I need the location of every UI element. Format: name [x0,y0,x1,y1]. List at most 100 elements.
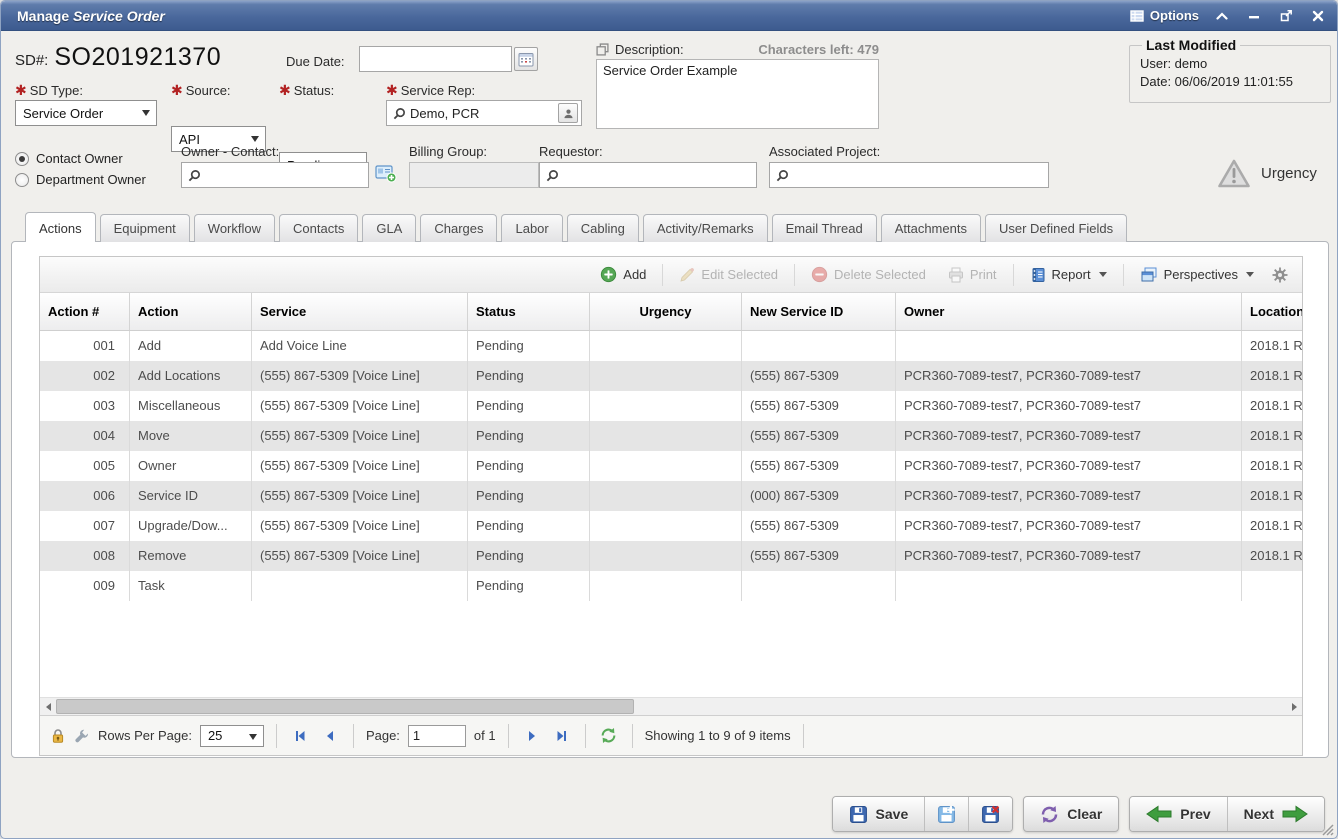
grid-settings-button[interactable] [1268,263,1292,287]
window-titlebar: Manage Service Order Options [1,1,1337,31]
cell-action: Service ID [130,481,252,511]
required-asterisk-icon: ✱ [171,82,183,98]
save-and-close-floppy-icon [981,805,1000,824]
delete-selected-button[interactable]: Delete Selected [803,262,934,287]
requestor-input[interactable] [563,167,750,184]
save-and-new-button[interactable] [924,797,968,831]
column-header-owner[interactable]: Owner [896,293,1242,330]
tab-cabling[interactable]: Cabling [567,214,639,242]
cell-action: Add Locations [130,361,252,391]
first-page-button[interactable] [289,725,311,747]
resize-grip[interactable] [1320,822,1334,836]
tab-workflow[interactable]: Workflow [194,214,275,242]
tab-charges[interactable]: Charges [420,214,497,242]
table-row[interactable]: 009TaskPending [40,571,1302,601]
column-header-action[interactable]: Action # [40,293,130,330]
collapse-button[interactable] [1213,8,1231,24]
cell-owner: PCR360-7089-test7, PCR360-7089-test7 [896,421,1242,451]
description-popout-button[interactable] [596,43,609,56]
service-rep-contact-button[interactable] [558,103,578,123]
due-date-input[interactable] [366,51,505,68]
table-row[interactable]: 008Remove(555) 867-5309 [Voice Line]Pend… [40,541,1302,571]
arrow-right-icon [1282,805,1308,823]
due-date-calendar-button[interactable] [514,47,538,71]
cell-location: 2018.1 R [1242,481,1302,511]
add-button[interactable]: Add [592,262,654,287]
pager-separator [508,724,509,748]
scroll-right-button[interactable] [1286,698,1302,715]
popout-button[interactable] [1277,8,1295,24]
close-button[interactable] [1309,8,1327,24]
owner-contact-field[interactable] [181,162,369,188]
scroll-left-button[interactable] [40,698,56,715]
column-header-location[interactable]: Location [1242,293,1302,330]
table-row[interactable]: 003Miscellaneous(555) 867-5309 [Voice Li… [40,391,1302,421]
table-row[interactable]: 002Add Locations(555) 867-5309 [Voice Li… [40,361,1302,391]
tab-email-thread[interactable]: Email Thread [772,214,877,242]
table-row[interactable]: 006Service ID(555) 867-5309 [Voice Line]… [40,481,1302,511]
column-header-service[interactable]: Service [252,293,468,330]
cell-owner: PCR360-7089-test7, PCR360-7089-test7 [896,451,1242,481]
contact-owner-radio[interactable]: Contact Owner [15,151,123,166]
edit-selected-button[interactable]: Edit Selected [671,263,786,287]
report-button[interactable]: Report [1022,263,1115,287]
page-number-input[interactable] [408,725,466,747]
table-row[interactable]: 001AddAdd Voice LinePending2018.1 R [40,331,1302,361]
lock-icon[interactable] [50,728,66,744]
save-button[interactable]: Save [833,797,925,831]
description-textarea[interactable] [596,59,879,129]
tab-user-defined-fields[interactable]: User Defined Fields [985,214,1127,242]
print-button[interactable]: Print [940,263,1005,287]
next-page-button[interactable] [521,725,543,747]
sd-type-select[interactable]: Service Order [15,100,157,126]
minimize-icon [1248,10,1260,22]
cell-new-service-id: (555) 867-5309 [742,391,896,421]
sd-type-value: Service Order [23,106,103,121]
tab-gla[interactable]: GLA [362,214,416,242]
refresh-button[interactable] [598,725,620,747]
perspectives-button[interactable]: Perspectives [1132,263,1262,287]
associated-project-field[interactable] [769,162,1049,188]
column-header-urgency[interactable]: Urgency [590,293,742,330]
rows-per-page-select[interactable]: 25 [200,725,264,747]
table-row[interactable]: 005Owner(555) 867-5309 [Voice Line]Pendi… [40,451,1302,481]
save-and-close-button[interactable] [968,797,1012,831]
tab-contacts[interactable]: Contacts [279,214,358,242]
prev-button[interactable]: Prev [1130,797,1226,831]
add-contact-button[interactable] [375,164,397,183]
minimize-button[interactable] [1245,8,1263,24]
horizontal-scrollbar[interactable] [40,697,1302,715]
scrollbar-thumb[interactable] [56,699,634,714]
cell-location: 2018.1 R [1242,451,1302,481]
cell-status: Pending [468,331,590,361]
cell-action: 006 [40,481,130,511]
contact-owner-label: Contact Owner [36,151,123,166]
options-button[interactable]: Options [1130,8,1199,23]
department-owner-radio[interactable]: Department Owner [15,172,146,187]
service-rep-field[interactable]: Demo, PCR [386,100,582,126]
pager-separator [632,724,633,748]
cell-location: 2018.1 R [1242,541,1302,571]
urgency-indicator: Urgency [1217,158,1317,189]
scrollbar-track[interactable] [56,698,1286,715]
next-button[interactable]: Next [1227,797,1324,831]
due-date-field[interactable] [359,46,512,72]
last-page-button[interactable] [551,725,573,747]
table-row[interactable]: 004Move(555) 867-5309 [Voice Line]Pendin… [40,421,1302,451]
tab-equipment[interactable]: Equipment [100,214,190,242]
column-header-new-service-id[interactable]: New Service ID [742,293,896,330]
table-row[interactable]: 007Upgrade/Dow...(555) 867-5309 [Voice L… [40,511,1302,541]
column-header-action[interactable]: Action [130,293,252,330]
column-header-status[interactable]: Status [468,293,590,330]
report-book-icon [1030,267,1046,283]
previous-page-button[interactable] [319,725,341,747]
requestor-field[interactable] [539,162,757,188]
clear-button[interactable]: Clear [1023,796,1119,832]
tab-attachments[interactable]: Attachments [881,214,981,242]
associated-project-input[interactable] [793,167,1042,184]
wrench-icon[interactable] [74,728,90,744]
tab-actions[interactable]: Actions [25,212,96,242]
owner-contact-input[interactable] [205,167,362,184]
tab-labor[interactable]: Labor [501,214,562,242]
tab-activity-remarks[interactable]: Activity/Remarks [643,214,768,242]
